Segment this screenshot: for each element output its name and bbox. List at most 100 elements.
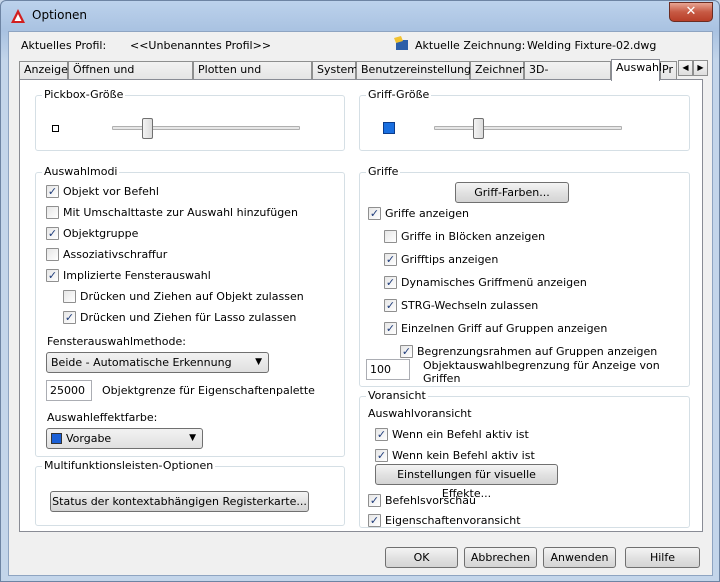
griff-slider-thumb[interactable]	[472, 118, 484, 139]
tab-oeffnen-speichern[interactable]: Öffnen und Speichern	[68, 61, 193, 92]
ok-button[interactable]: OK	[385, 547, 458, 568]
checkbox-label[interactable]: STRG-Wechseln zulassen	[401, 299, 538, 312]
tab-plotten[interactable]: Plotten und Publizieren	[193, 61, 312, 92]
dialog-client: Aktuelles Profil: <<Unbenanntes Profil>>…	[8, 31, 713, 576]
fensterauswahl-label: Fensterauswahlmethode:	[47, 335, 186, 348]
checkbox-label[interactable]: Objektgruppe	[63, 227, 138, 240]
checkmark-icon: ✓	[376, 449, 387, 462]
checkbox[interactable]	[384, 230, 397, 243]
contextual-tab-status-button[interactable]: Status der kontextabhängigen Registerkar…	[50, 491, 309, 512]
griffe-group: Griffe Griff-Farben... 100 Objektauswahl…	[359, 165, 690, 387]
pickbox-preview	[52, 125, 59, 132]
checkbox-label[interactable]: Drücken und Ziehen auf Objekt zulassen	[80, 290, 304, 303]
checkbox[interactable]	[46, 248, 59, 261]
checkbox[interactable]: ✓	[384, 276, 397, 289]
checkbox-label[interactable]: Eigenschaftenvoransicht	[385, 514, 521, 527]
checkbox[interactable]: ✓	[375, 428, 388, 441]
profile-label: Aktuelles Profil:	[21, 39, 107, 52]
checkbox-label[interactable]: Wenn kein Befehl aktiv ist	[392, 449, 535, 462]
checkbox[interactable]: ✓	[400, 345, 413, 358]
checkbox[interactable]: ✓	[384, 299, 397, 312]
auswahleffektfarbe-combo[interactable]: Vorgabe ▼	[46, 428, 203, 449]
checkbox-label[interactable]: Griffe anzeigen	[385, 207, 469, 220]
checkbox[interactable]: ✓	[368, 494, 381, 507]
tab-auswahl[interactable]: Auswahl	[611, 59, 662, 81]
color-swatch	[51, 433, 62, 444]
checkmark-icon: ✓	[47, 227, 58, 240]
pickbox-legend: Pickbox-Größe	[42, 88, 126, 101]
checkbox[interactable]: ✓	[368, 514, 381, 527]
close-button[interactable]: ✕	[669, 2, 713, 22]
chevron-down-icon: ▼	[189, 433, 196, 443]
checkbox-label[interactable]: Befehlsvorschau	[385, 494, 476, 507]
checkmark-icon: ✓	[385, 253, 396, 266]
title-bar[interactable]: Optionen ✕	[1, 1, 719, 31]
profile-value: <<Unbenanntes Profil>>	[130, 39, 272, 52]
objektauswahlbegrenzung-label-1: Objektauswahlbegrenzung für Anzeige von	[423, 359, 660, 372]
ribbon-legend: Multifunktionsleisten-Optionen	[42, 459, 216, 472]
checkbox-label[interactable]: Drücken und Ziehen für Lasso zulassen	[80, 311, 296, 324]
griff-groesse-legend: Griff-Größe	[366, 88, 432, 101]
tab-scroll-left[interactable]: ◀	[678, 60, 693, 76]
cancel-button[interactable]: Abbrechen	[464, 547, 537, 568]
checkbox-label[interactable]: Begrenzungsrahmen auf Gruppen anzeigen	[417, 345, 657, 358]
checkbox[interactable]	[46, 206, 59, 219]
chevron-down-icon: ▼	[255, 357, 262, 367]
checkbox-label[interactable]: Einzelnen Griff auf Gruppen anzeigen	[401, 322, 607, 335]
auswahleffektfarbe-label: Auswahleffektfarbe:	[47, 411, 158, 424]
help-button[interactable]: Hilfe	[625, 547, 700, 568]
checkbox-label[interactable]: Implizierte Fensterauswahl	[63, 269, 211, 282]
checkbox[interactable]: ✓	[63, 311, 76, 324]
tab-anzeige[interactable]: Anzeige	[19, 61, 68, 79]
checkbox[interactable]: ✓	[375, 449, 388, 462]
checkbox-label[interactable]: Assoziativschraffur	[63, 248, 167, 261]
drawing-value: Welding Fixture-02.dwg	[527, 39, 657, 52]
checkbox-label[interactable]: Objekt vor Befehl	[63, 185, 159, 198]
checkmark-icon: ✓	[401, 345, 412, 358]
pickbox-slider-thumb[interactable]	[142, 118, 154, 139]
fensterauswahl-value: Beide - Automatische Erkennung	[51, 356, 232, 369]
checkmark-icon: ✓	[376, 428, 387, 441]
grip-preview	[383, 122, 395, 134]
tab-benutzereinstellungen[interactable]: Benutzereinstellungen	[356, 61, 485, 79]
checkbox[interactable]: ✓	[46, 185, 59, 198]
tab-3d-modellierung[interactable]: 3D-Modellierung	[524, 61, 611, 92]
pickbox-slider-track[interactable]	[112, 126, 300, 130]
apply-button[interactable]: Anwenden	[543, 547, 616, 568]
checkbox-label[interactable]: Griffe in Blöcken anzeigen	[401, 230, 545, 243]
auswahlmodi-group: Auswahlmodi Fensterauswahlmethode: Beide…	[35, 165, 345, 457]
autocad-logo-icon	[11, 9, 25, 23]
checkmark-icon: ✓	[385, 322, 396, 335]
drawing-icon	[394, 36, 408, 50]
griff-farben-button[interactable]: Griff-Farben...	[455, 182, 569, 203]
checkbox-label[interactable]: Wenn ein Befehl aktiv ist	[392, 428, 529, 441]
objektgrenze-input[interactable]: 25000	[46, 380, 92, 401]
checkmark-icon: ✓	[47, 269, 58, 282]
checkbox[interactable]: ✓	[384, 322, 397, 335]
pickbox-group: Pickbox-Größe	[35, 88, 345, 151]
griff-slider-track[interactable]	[434, 126, 622, 130]
checkbox[interactable]: ✓	[384, 253, 397, 266]
tab-scroll-right[interactable]: ▶	[693, 60, 708, 76]
auswahlvoransicht-label: Auswahlvoransicht	[368, 407, 472, 420]
checkbox-label[interactable]: Dynamisches Griffmenü anzeigen	[401, 276, 587, 289]
checkbox[interactable]: ✓	[368, 207, 381, 220]
objektauswahlbegrenzung-label-2: Griffen	[423, 372, 461, 385]
fensterauswahl-combo[interactable]: Beide - Automatische Erkennung ▼	[46, 352, 269, 373]
auswahl-panel: Pickbox-Größe Griff-Größe Auswahlmodi Fe…	[19, 79, 703, 532]
checkbox[interactable]: ✓	[46, 269, 59, 282]
checkbox[interactable]	[63, 290, 76, 303]
checkbox-label[interactable]: Grifftips anzeigen	[401, 253, 498, 266]
checkbox[interactable]: ✓	[46, 227, 59, 240]
checkmark-icon: ✓	[64, 311, 75, 324]
visuelle-effekte-button[interactable]: Einstellungen für visuelle Effekte...	[375, 464, 558, 500]
tab-system[interactable]: System	[312, 61, 358, 79]
voransicht-group: Voransicht Auswahlvoransicht Einstellung…	[359, 389, 690, 528]
window-title: Optionen	[32, 8, 88, 22]
objektauswahlbegrenzung-input[interactable]: 100	[366, 359, 410, 380]
checkbox-label[interactable]: Mit Umschalttaste zur Auswahl hinzufügen	[63, 206, 298, 219]
tab-profile-partial[interactable]: Pr	[660, 61, 677, 79]
checkmark-icon: ✓	[369, 514, 380, 527]
arrow-right-icon: ▶	[697, 63, 704, 72]
tab-zeichnen[interactable]: Zeichnen	[470, 61, 526, 79]
